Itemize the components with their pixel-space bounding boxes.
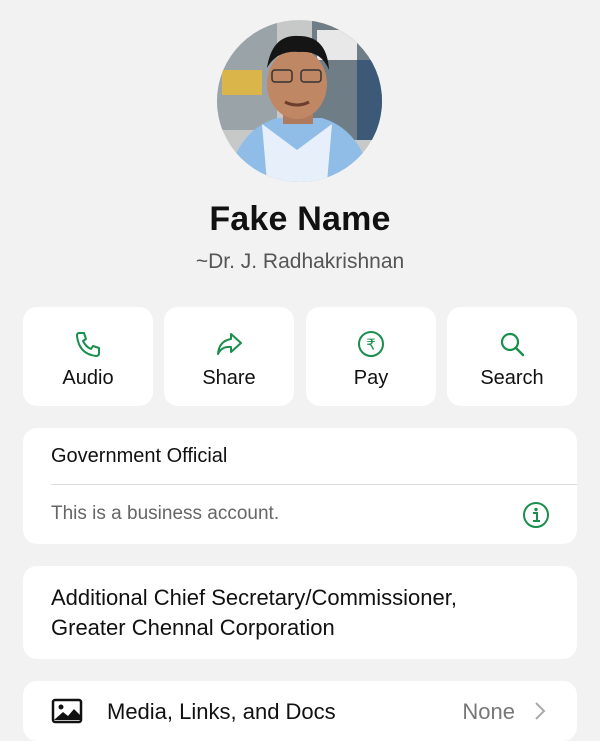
audio-call-button[interactable]: Audio bbox=[23, 307, 153, 406]
share-button[interactable]: Share bbox=[164, 307, 294, 406]
chevron-right-icon bbox=[535, 702, 546, 720]
pay-label: Pay bbox=[353, 367, 389, 389]
about-text: Additional Chief Secretary/Commissioner,… bbox=[51, 583, 457, 643]
business-info-card: Government Official This is a business a… bbox=[23, 428, 577, 544]
profile-avatar[interactable] bbox=[217, 20, 382, 182]
share-arrow-icon bbox=[217, 333, 242, 355]
search-button[interactable]: Search bbox=[447, 307, 577, 406]
media-count-value: None bbox=[462, 699, 515, 724]
business-account-note: This is a business account. bbox=[51, 503, 280, 524]
business-category: Government Official bbox=[51, 445, 228, 467]
action-bar: Audio Share ₹ Pay Search bbox=[23, 307, 577, 406]
info-icon[interactable] bbox=[522, 501, 550, 529]
search-icon bbox=[500, 332, 525, 357]
profile-subtitle: ~Dr. J. Radhakrishnan bbox=[195, 250, 405, 273]
image-icon bbox=[51, 698, 83, 724]
share-label: Share bbox=[202, 367, 256, 389]
svg-text:₹: ₹ bbox=[366, 336, 376, 354]
pay-button[interactable]: ₹ Pay bbox=[306, 307, 436, 406]
phone-icon bbox=[76, 332, 100, 357]
divider bbox=[51, 484, 577, 485]
about-line-2: Greater Chennal Corporation bbox=[51, 615, 335, 640]
rupee-icon: ₹ bbox=[358, 331, 384, 357]
search-label: Search bbox=[480, 367, 544, 389]
about-line-1: Additional Chief Secretary/Commissioner, bbox=[51, 585, 457, 610]
media-label: Media, Links, and Docs bbox=[107, 699, 336, 724]
audio-label: Audio bbox=[62, 367, 114, 389]
about-card: Additional Chief Secretary/Commissioner,… bbox=[23, 566, 577, 659]
profile-name: Fake Name bbox=[209, 200, 391, 238]
media-links-docs-row[interactable]: Media, Links, and Docs None bbox=[23, 681, 577, 741]
